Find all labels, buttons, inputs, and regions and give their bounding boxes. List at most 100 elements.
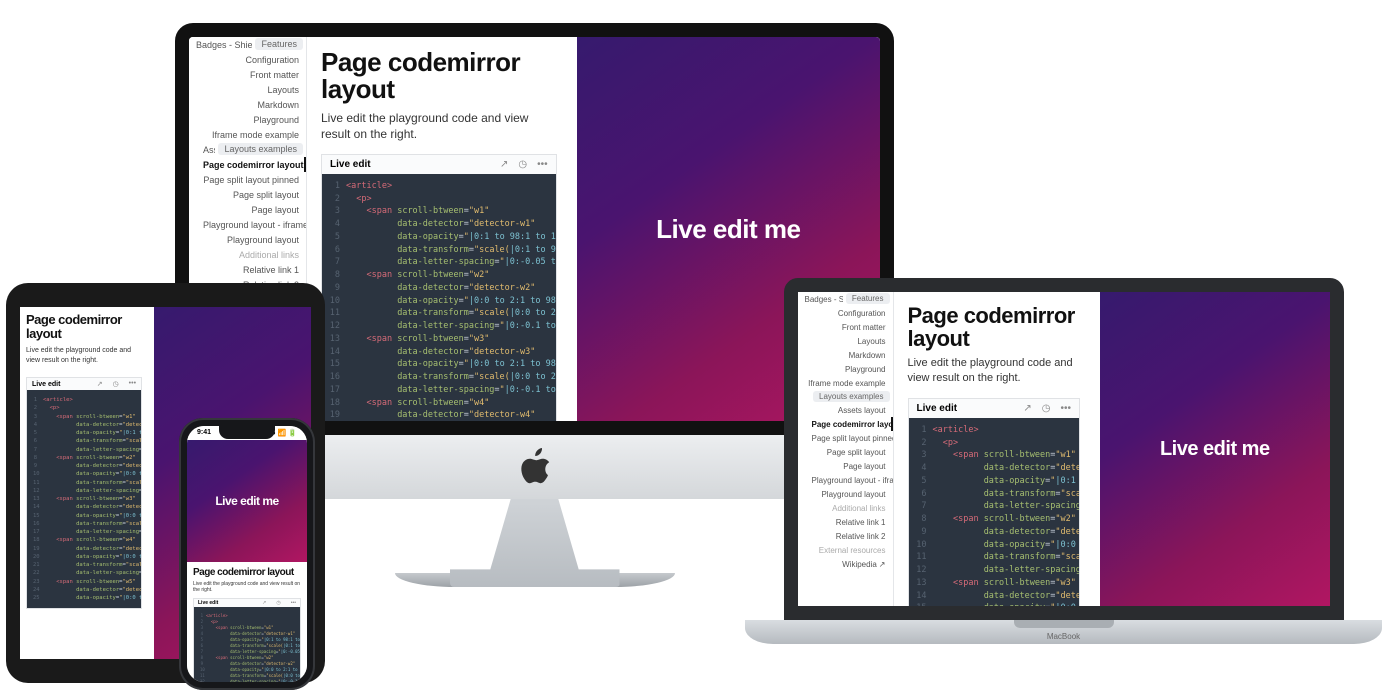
code-content: <article>: [43, 396, 73, 404]
line-number: 9: [915, 526, 933, 539]
sidebar-item[interactable]: Layouts examples: [218, 143, 303, 155]
sidebar-item[interactable]: Page split layout: [798, 445, 893, 459]
open-external-icon[interactable]: ↗: [262, 600, 266, 606]
code-line: 11 data-transform="scale(|0:0 to 2:1 to …: [915, 551, 1080, 564]
sidebar: FeaturesBadges - ShieldsConfigurationFro…: [798, 292, 894, 606]
code-line: 12 data-letter-spacing="|0:-0.1 to 100:0…: [33, 487, 141, 495]
sidebar-item[interactable]: Layouts: [798, 334, 893, 348]
sidebar-item[interactable]: Front matter: [798, 320, 893, 334]
code-line: 18 <span scroll-btween="w4": [328, 397, 556, 410]
code-line: 10 data-opacity="|0:0 to 2:1 to 98:1 to …: [328, 295, 556, 308]
code-content: data-detector="detector-w2": [933, 526, 1081, 539]
sidebar-item[interactable]: Playground layout: [798, 487, 893, 501]
code-line: 10 data-opacity="|0:0 to 2:1 to 98:1 to …: [915, 539, 1080, 552]
sidebar-item[interactable]: Badges - Shields: [189, 37, 252, 52]
docs-column: Page codemirror layoutLive edit the play…: [20, 307, 148, 659]
sidebar-item[interactable]: Relative link 1: [798, 515, 893, 529]
line-number: 7: [915, 500, 933, 513]
sidebar-item[interactable]: Page split layout: [189, 187, 306, 202]
sidebar-item[interactable]: Page codemirror layout: [189, 157, 306, 172]
line-number: 5: [915, 475, 933, 488]
code-content: <span scroll-btween="w1": [933, 449, 1076, 462]
sidebar-item[interactable]: Badges - Shields: [798, 292, 843, 306]
editor-toolbar: Live edit↗◷•••: [26, 377, 142, 390]
sidebar-item[interactable]: Layouts examples: [813, 391, 889, 402]
sidebar-item[interactable]: Playground: [798, 362, 893, 376]
code-line: 5 data-opacity="|0:1 to 98:1 to 100:0|": [328, 231, 556, 244]
code-editor[interactable]: 1<article>2 <p>3 <span scroll-btween="w1…: [321, 174, 557, 435]
sidebar-item[interactable]: External resources: [798, 543, 893, 557]
code-content: data-detector="detector-w4": [346, 409, 535, 422]
code-editor[interactable]: 1<article>2 <p>3 <span scroll-btween="w1…: [908, 418, 1081, 620]
sidebar-item[interactable]: Page layout: [189, 202, 306, 217]
history-icon[interactable]: ◷: [1042, 403, 1051, 414]
code-content: data-detector="detector-w3": [346, 346, 535, 359]
code-editor[interactable]: 1<article>2 <p>3 <span scroll-btween="w1…: [193, 607, 301, 682]
code-editor[interactable]: 1<article>2 <p>3 <span scroll-btween="w1…: [26, 390, 142, 609]
sidebar-item[interactable]: Wikipedia↗: [798, 557, 893, 571]
line-number: 22: [33, 569, 43, 577]
code-content: <span scroll-btween="w3": [933, 577, 1076, 590]
code-line: 11 data-transform="scale(|0:0 to 2:1 to …: [328, 307, 556, 320]
sidebar-item[interactable]: Markdown: [798, 348, 893, 362]
status-time: 9:41: [197, 429, 211, 437]
sidebar-item[interactable]: Markdown: [189, 97, 306, 112]
sidebar-item[interactable]: Iframe mode example: [798, 376, 893, 390]
sidebar-item[interactable]: Page split layout pinned: [798, 431, 893, 445]
sidebar-item[interactable]: Relative link 2: [798, 529, 893, 543]
code-content: data-transform="scale(|0:1 to 98:1 to 10…: [346, 244, 557, 257]
sidebar-item[interactable]: Playground layout - iframe mode: [798, 473, 893, 487]
sidebar-item[interactable]: Page layout: [798, 459, 893, 473]
more-icon[interactable]: •••: [129, 380, 136, 388]
history-icon[interactable]: ◷: [113, 380, 119, 388]
code-content: <article>: [933, 424, 979, 437]
sidebar-item[interactable]: Relative link 1: [189, 262, 306, 277]
sidebar-item-label: Iframe mode example: [808, 379, 885, 388]
sidebar-item[interactable]: Page split layout pinned: [189, 172, 306, 187]
sidebar-item[interactable]: Assets layout: [798, 403, 893, 417]
code-content: <span scroll-btween="w4": [346, 397, 489, 410]
sidebar-item-label: Relative link 1: [243, 265, 299, 275]
sidebar-item[interactable]: Configuration: [189, 52, 306, 67]
line-number: 20: [33, 553, 43, 561]
sidebar-item-label: Markdown: [257, 100, 299, 110]
sidebar-item[interactable]: Iframe mode example: [189, 127, 306, 142]
history-icon[interactable]: ◷: [276, 600, 280, 606]
open-external-icon[interactable]: ↗: [500, 159, 508, 170]
sidebar-item-label: Assets layout: [838, 406, 886, 415]
more-icon[interactable]: •••: [291, 600, 296, 606]
sidebar-item[interactable]: Additional links: [798, 501, 893, 515]
sidebar-item[interactable]: Layouts: [189, 82, 306, 97]
open-external-icon[interactable]: ↗: [1023, 403, 1031, 414]
sidebar-item[interactable]: Page codemirror layout: [798, 417, 893, 431]
code-content: data-transform="scale(|0:0 to 2:1 to 98:…: [346, 307, 557, 320]
code-content: data-detector="detector-w5": [43, 586, 142, 594]
code-line: 9 data-detector="detector-w2": [33, 462, 141, 470]
sidebar-item[interactable]: Playground: [189, 112, 306, 127]
code-line: 2 <p>: [328, 193, 556, 206]
code-line: 10 data-opacity="|0:0 to 2:1 to 98:1 to …: [33, 470, 141, 478]
line-number: 20: [328, 422, 346, 435]
sidebar-item[interactable]: Playground layout - iframe mode: [189, 217, 306, 232]
sidebar-item[interactable]: Features: [846, 293, 890, 304]
more-icon[interactable]: •••: [537, 159, 548, 170]
sidebar-item[interactable]: Assets layout: [189, 142, 215, 157]
history-icon[interactable]: ◷: [518, 159, 527, 170]
code-content: data-opacity="|0:0 to 2:1 to 98:1 to 100…: [43, 553, 142, 561]
code-line: 25 data-opacity="|0:0 to 2:1 to 98:1 to …: [33, 594, 141, 602]
sidebar-item[interactable]: Additional links: [189, 247, 306, 262]
sidebar-item[interactable]: Front matter: [189, 67, 306, 82]
sidebar-item-label: Page split layout pinned: [812, 434, 893, 443]
code-content: <span scroll-btween="w3": [346, 333, 489, 346]
code-line: 7 data-letter-spacing="|0:-0.05 to 100:0…: [328, 256, 556, 269]
sidebar-item-label: Features: [261, 39, 297, 49]
editor-toolbar: Live edit↗◷•••: [193, 598, 301, 607]
sidebar-item[interactable]: Playground layout: [189, 232, 306, 247]
code-line: 1<article>: [33, 396, 141, 404]
code-content: <span scroll-btween="w1": [346, 205, 489, 218]
more-icon[interactable]: •••: [1061, 403, 1072, 414]
line-number: 23: [33, 578, 43, 586]
sidebar-item[interactable]: Configuration: [798, 306, 893, 320]
sidebar-item[interactable]: Features: [255, 38, 303, 50]
open-external-icon[interactable]: ↗: [97, 380, 103, 388]
